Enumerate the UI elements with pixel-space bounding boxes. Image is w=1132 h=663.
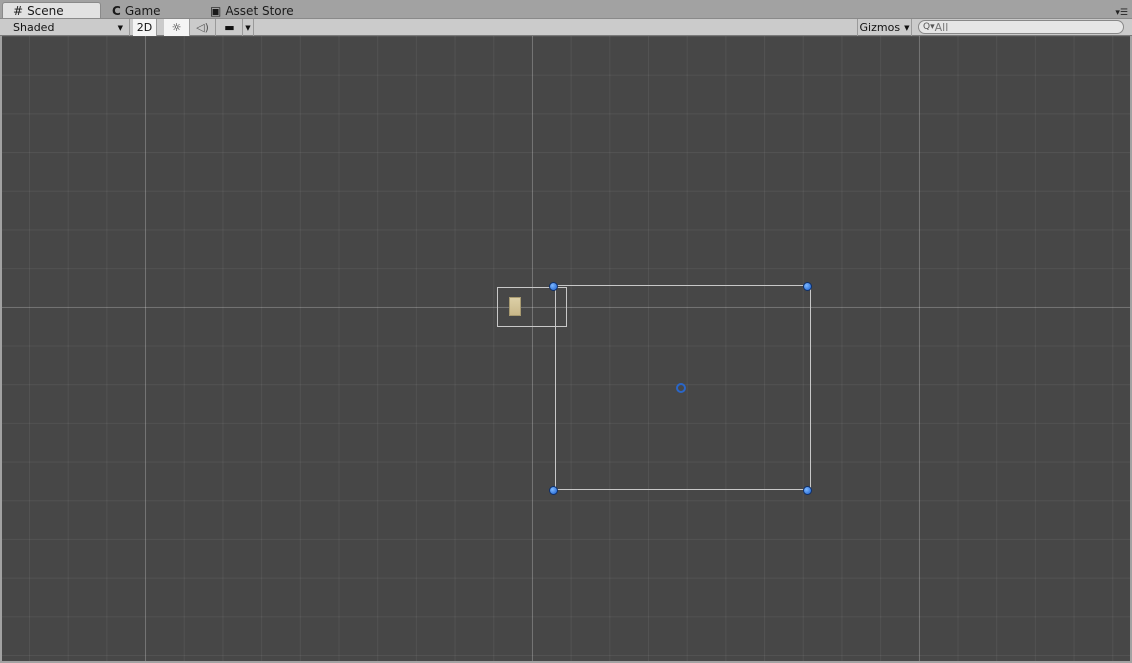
- speaker-icon: ◁): [196, 21, 209, 34]
- grid-axis-line: [919, 36, 920, 661]
- sun-icon: ☼: [171, 21, 182, 34]
- store-bag-icon: ▣: [210, 3, 222, 18]
- draw-mode-dropdown[interactable]: Shaded ▼: [0, 19, 130, 36]
- sprite-object[interactable]: [509, 297, 521, 316]
- lighting-toggle-button[interactable]: ☼: [164, 19, 190, 36]
- 2d-toggle-button[interactable]: 2D: [133, 19, 157, 36]
- audio-toggle-button[interactable]: ◁): [190, 19, 216, 36]
- gizmos-dropdown[interactable]: Gizmos ▼: [857, 19, 912, 36]
- pacman-icon: C: [112, 3, 121, 18]
- search-icon: Q▾: [923, 22, 935, 32]
- grid-axis-line: [145, 36, 146, 661]
- scene-view[interactable]: [2, 36, 1130, 661]
- chevron-down-icon: ▼: [117, 23, 123, 32]
- search-input[interactable]: Q▾ All: [918, 20, 1124, 34]
- rect-handle-top-right[interactable]: [803, 282, 812, 291]
- panel-menu-icon[interactable]: ▾☰: [1115, 8, 1128, 18]
- effects-toggle-button[interactable]: ▬: [217, 19, 243, 36]
- tab-asset-store[interactable]: ▣ Asset Store: [200, 2, 310, 19]
- effects-dropdown[interactable]: ▼: [243, 19, 254, 36]
- chevron-down-icon: ▼: [245, 23, 251, 32]
- rect-handle-top-left[interactable]: [549, 282, 558, 291]
- grid-icon: #: [13, 4, 24, 18]
- rect-handle-bottom-left[interactable]: [549, 486, 558, 495]
- rect-handle-bottom-right[interactable]: [803, 486, 812, 495]
- scene-toolbar: Shaded ▼ 2D ☼ ◁) ▬ ▼ Gizmos ▼ Q▾ All: [0, 18, 1132, 36]
- chevron-down-icon: ▼: [904, 23, 910, 32]
- image-icon: ▬: [224, 21, 235, 34]
- pivot-handle[interactable]: [676, 383, 686, 393]
- tab-game[interactable]: C Game: [102, 2, 200, 19]
- grid-axis-line: [532, 36, 533, 661]
- tab-scene[interactable]: # Scene: [2, 2, 101, 19]
- tab-bar: # Scene C Game ▣ Asset Store ▾☰: [0, 0, 1132, 19]
